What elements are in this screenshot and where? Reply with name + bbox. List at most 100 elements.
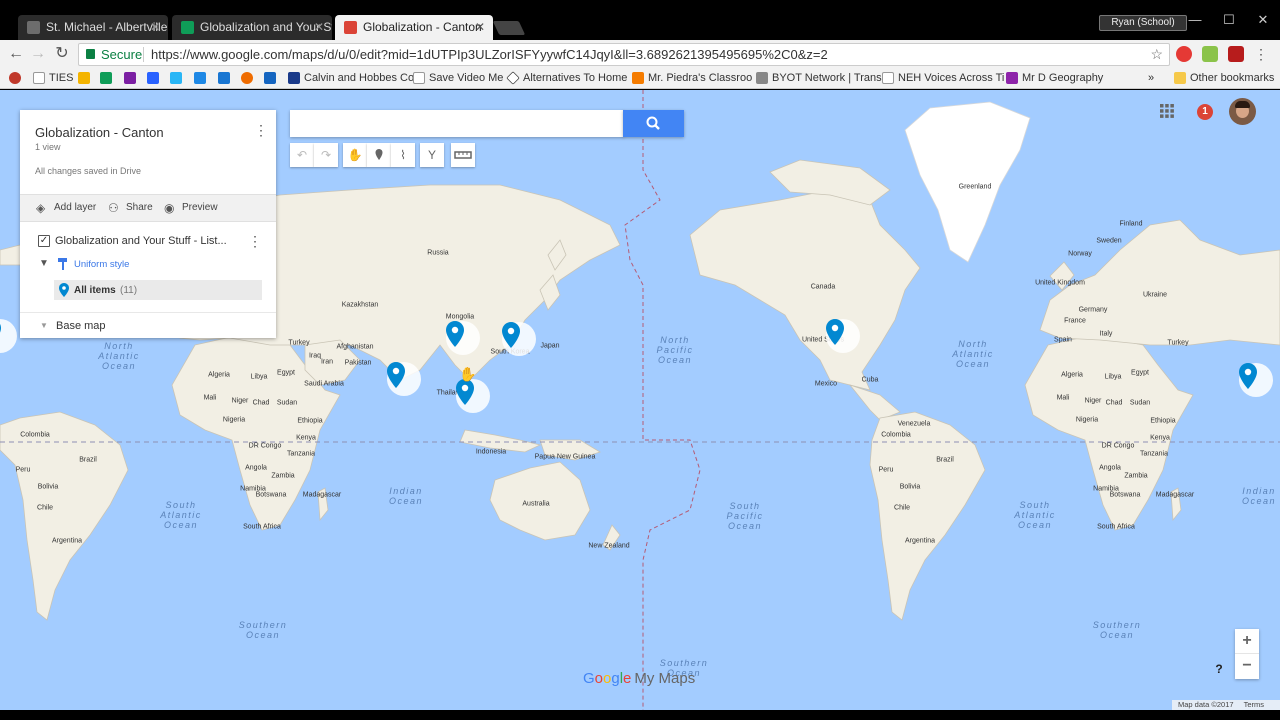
- zoom-out-button[interactable]: −: [1235, 654, 1259, 679]
- back-icon[interactable]: ←: [6, 44, 26, 64]
- pin-india[interactable]: [387, 362, 421, 396]
- terms-link[interactable]: Terms: [1244, 700, 1264, 709]
- paint-roller-icon: [58, 258, 67, 270]
- add-marker-icon[interactable]: [367, 143, 391, 167]
- bookmark-star-icon[interactable]: ☆: [1150, 44, 1163, 65]
- bookmark-item[interactable]: [100, 70, 114, 87]
- layer-row[interactable]: ✓ Globalization and Your Stuff - List...…: [20, 232, 276, 254]
- close-window-icon[interactable]: ✕: [1246, 12, 1280, 28]
- ocean-label: Indian Ocean: [1241, 486, 1277, 506]
- search-input[interactable]: [290, 110, 624, 137]
- my-maps-icon: [344, 21, 357, 34]
- directions-icon[interactable]: Y: [420, 143, 444, 167]
- bookmarks-overflow[interactable]: »: [1148, 70, 1154, 87]
- pan-hand-icon[interactable]: ✋: [343, 143, 367, 167]
- layer-visibility-checkbox[interactable]: ✓: [38, 235, 50, 247]
- undo-icon[interactable]: ↶: [290, 143, 314, 167]
- draw-line-icon[interactable]: ⌇: [391, 143, 415, 167]
- bookmark-icon: [1006, 72, 1018, 84]
- apps-grid-icon[interactable]: [1160, 104, 1174, 118]
- country-label: Italy: [1099, 330, 1113, 338]
- more-vert-icon[interactable]: ⋮: [254, 122, 268, 138]
- bookmark-icon: [264, 72, 276, 84]
- country-label: South Africa: [1097, 523, 1135, 531]
- layer-options-icon[interactable]: ⋮: [248, 233, 262, 250]
- share-button[interactable]: ⚇ Share: [108, 201, 153, 215]
- page-icon: [33, 72, 45, 84]
- search-button[interactable]: [623, 110, 684, 137]
- kahoot-icon: [124, 72, 136, 84]
- tab-globalization-sheet[interactable]: Globalization and Your St ✕: [172, 15, 332, 40]
- pin-korea[interactable]: [502, 322, 536, 356]
- reload-icon[interactable]: ↻: [52, 44, 72, 64]
- country-label: Iran: [320, 358, 334, 366]
- new-tab-button[interactable]: [492, 21, 526, 35]
- bookmark-item[interactable]: [9, 70, 23, 87]
- help-button[interactable]: ?: [1212, 662, 1226, 676]
- avatar[interactable]: [1229, 98, 1256, 125]
- layers-icon: ◈: [36, 201, 46, 215]
- tab-close-icon[interactable]: ✕: [150, 15, 160, 40]
- bookmark-item[interactable]: [170, 70, 184, 87]
- chrome-menu-icon[interactable]: ⋮: [1254, 46, 1268, 62]
- bookmark-item[interactable]: [147, 70, 161, 87]
- tab-globalization-canton[interactable]: Globalization - Canton ✕: [335, 15, 493, 40]
- map-data-credit: Map data ©2017: [1178, 700, 1234, 709]
- style-row[interactable]: ▼ Uniform style: [20, 256, 276, 276]
- bookmark-item[interactable]: [78, 70, 92, 87]
- chevron-down-icon[interactable]: ▼: [40, 321, 48, 330]
- notifications-badge[interactable]: 1: [1197, 104, 1213, 120]
- forward-icon[interactable]: →: [28, 44, 48, 64]
- pin-usa[interactable]: [826, 319, 860, 353]
- bookmark-item[interactable]: Mr D Geography: [1006, 70, 1103, 87]
- bookmark-item[interactable]: Alternatives To Home: [506, 70, 627, 87]
- address-bar[interactable]: Secure https://www.google.com/maps/d/u/0…: [78, 43, 1170, 66]
- country-label: Ukraine: [1142, 291, 1168, 299]
- style-link[interactable]: Uniform style: [74, 259, 129, 270]
- maximize-icon[interactable]: ☐: [1212, 12, 1246, 28]
- minimize-icon[interactable]: —: [1178, 12, 1212, 27]
- zoom-in-button[interactable]: +: [1235, 629, 1259, 654]
- ruler-icon[interactable]: [451, 143, 475, 167]
- tab-st-michael[interactable]: St. Michael - Albertville S ✕: [18, 15, 168, 40]
- bookmark-item[interactable]: Save Video Me: [413, 70, 503, 87]
- bookmark-item[interactable]: NEH Voices Across Ti: [882, 70, 1004, 87]
- other-bookmarks[interactable]: Other bookmarks: [1174, 70, 1274, 87]
- pin-china[interactable]: [446, 321, 480, 355]
- bookmark-item[interactable]: [241, 70, 255, 87]
- bookmark-item[interactable]: [264, 70, 278, 87]
- profile-badge[interactable]: Ryan (School): [1099, 15, 1187, 31]
- pin-thailand[interactable]: [456, 379, 490, 413]
- bookmark-item[interactable]: [218, 70, 232, 87]
- country-label: Japan: [540, 342, 560, 350]
- bookmark-item[interactable]: TIES: [33, 70, 73, 87]
- map-title[interactable]: Globalization - Canton: [35, 125, 164, 140]
- bookmark-item[interactable]: Calvin and Hobbes Co: [288, 70, 414, 87]
- opera-extension-icon[interactable]: [1176, 46, 1192, 62]
- base-map-row[interactable]: ▼ Base map: [20, 312, 276, 338]
- ocean-label: South Pacific Ocean: [726, 501, 764, 531]
- pin-india-east[interactable]: [1239, 363, 1273, 397]
- country-label: Bolivia: [899, 483, 921, 491]
- bookmark-item[interactable]: Mr. Piedra's Classroo: [632, 70, 752, 87]
- view-count: 1 view: [35, 142, 61, 152]
- extension-icon[interactable]: [1228, 46, 1244, 62]
- window-controls: — ☐ ✕: [1178, 12, 1280, 32]
- bookmark-item[interactable]: [194, 70, 208, 87]
- extension-icon[interactable]: [1202, 46, 1218, 62]
- all-items-row[interactable]: All items (11): [54, 280, 262, 300]
- ocean-label: North Atlantic Ocean: [98, 341, 140, 371]
- layer-name[interactable]: Globalization and Your Stuff - List...: [55, 235, 227, 247]
- add-layer-button[interactable]: ◈ Add layer: [36, 201, 96, 215]
- country-label: Kenya: [1150, 434, 1170, 442]
- tab-close-icon[interactable]: ✕: [314, 15, 324, 40]
- bookmark-item[interactable]: [124, 70, 138, 87]
- preview-button[interactable]: ◉ Preview: [164, 201, 218, 215]
- ocean-label: South Atlantic Ocean: [1014, 500, 1056, 530]
- redo-icon[interactable]: ↷: [314, 143, 338, 167]
- bookmark-item[interactable]: BYOT Network | Trans: [756, 70, 882, 87]
- country-label: Ethiopia: [297, 417, 323, 425]
- chevron-down-icon[interactable]: ▼: [39, 258, 49, 269]
- hand-cursor-icon: ✋: [459, 366, 477, 382]
- tab-close-icon[interactable]: ✕: [475, 15, 485, 40]
